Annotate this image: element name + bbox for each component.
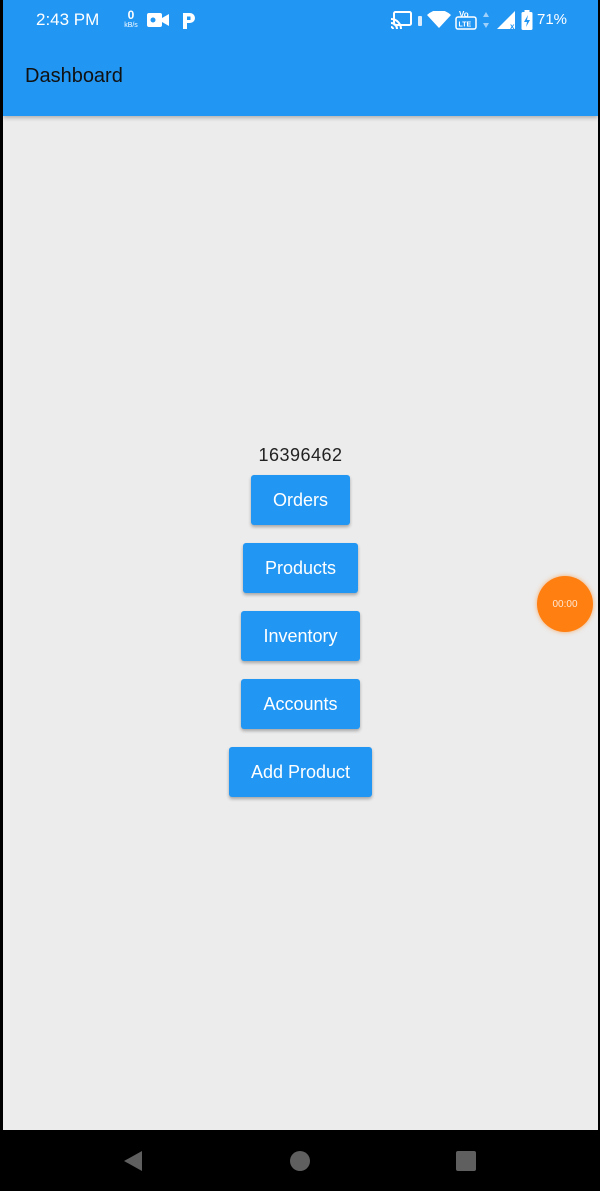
cast-icon <box>390 11 412 29</box>
signal-arrows-icon <box>483 12 489 28</box>
svg-text:x: x <box>510 22 515 29</box>
network-speed-unit: kB/s <box>124 22 138 29</box>
signal-icon: x <box>497 11 515 29</box>
home-icon[interactable] <box>289 1150 311 1172</box>
video-camera-icon <box>147 13 169 27</box>
page-title: Dashboard <box>25 65 123 87</box>
app-screen: 2:43 PM 0 kB/s Vo LTE x 71% Dashboard 16… <box>3 0 598 1130</box>
timer-label: 00:00 <box>552 598 578 610</box>
volte-icon: Vo LTE <box>455 10 477 30</box>
navigation-bar <box>0 1130 600 1191</box>
battery-percentage: 71% <box>537 11 568 28</box>
network-speed-value: 0 <box>127 8 135 22</box>
back-icon[interactable] <box>122 1150 144 1172</box>
battery-icon <box>521 10 533 30</box>
counter-value: 16396462 <box>258 445 343 465</box>
products-button[interactable]: Products <box>242 543 359 593</box>
svg-text:LTE: LTE <box>459 22 472 29</box>
wifi-icon <box>427 11 451 28</box>
recents-icon[interactable] <box>455 1150 477 1172</box>
svg-text:Vo: Vo <box>459 10 469 19</box>
app-bar: 2:43 PM 0 kB/s Vo LTE x 71% Dashboard <box>3 0 598 116</box>
inventory-button[interactable]: Inventory <box>241 611 360 661</box>
add-product-button[interactable]: Add Product <box>228 747 373 797</box>
status-time: 2:43 PM <box>36 10 100 29</box>
floating-timer-bubble[interactable]: 00:00 <box>537 576 593 632</box>
dashboard-content: 16396462 Orders Products Inventory Accou… <box>3 440 598 797</box>
p-icon <box>183 13 195 29</box>
vibrate-icon <box>418 16 422 26</box>
status-bar: 2:43 PM 0 kB/s Vo LTE x 71% <box>3 0 598 40</box>
network-speed: 0 kB/s <box>121 9 141 29</box>
orders-button[interactable]: Orders <box>250 475 350 525</box>
accounts-button[interactable]: Accounts <box>241 679 360 729</box>
